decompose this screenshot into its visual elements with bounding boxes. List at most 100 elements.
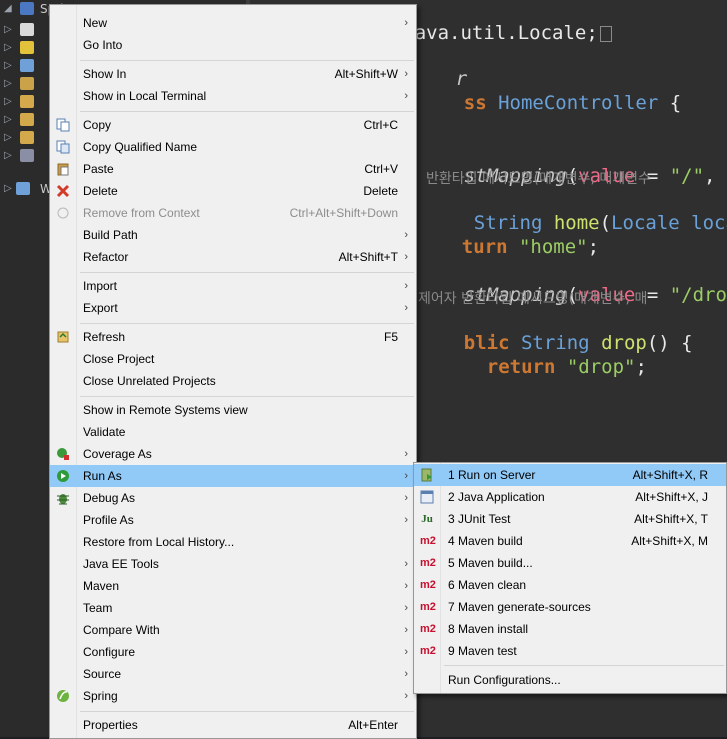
submenu-item-label: Run Configurations... (448, 673, 561, 687)
menu-item-team[interactable]: Team › (50, 597, 416, 619)
expand-arrow-icon[interactable]: ▷ (4, 78, 12, 90)
menu-item-refactor[interactable]: Refactor Alt+Shift+T › (50, 246, 416, 268)
menu-item-profile-as[interactable]: Profile As › (50, 509, 416, 531)
submenu-arrow-icon: › (404, 17, 408, 29)
expand-arrow-icon[interactable]: ▷ (4, 42, 12, 54)
menu-separator (80, 111, 414, 112)
submenu-arrow-icon: › (404, 90, 408, 102)
menu-item-new[interactable]: New › (50, 12, 416, 34)
expand-arrow-icon[interactable]: ▷ (4, 150, 12, 162)
menu-item-coverage-as[interactable]: Coverage As › (50, 443, 416, 465)
menu-item-show-in-local-terminal[interactable]: Show in Local Terminal › (50, 85, 416, 107)
menu-item-restore-from-local-history[interactable]: Restore from Local History... (50, 531, 416, 553)
submenu-arrow-icon: › (404, 251, 408, 263)
submenu-arrow-icon: › (404, 624, 408, 636)
coverage-icon (56, 447, 70, 461)
menu-item-remove-from-context[interactable]: Remove from Context Ctrl+Alt+Shift+Down (50, 202, 416, 224)
menu-item-properties[interactable]: Properties Alt+Enter (50, 714, 416, 736)
submenu-item-8-maven-install[interactable]: m2 8 Maven install (414, 618, 726, 640)
submenu-item-label: 3 JUnit Test (448, 512, 511, 526)
project-icon (20, 2, 34, 15)
folder-icon (20, 23, 34, 36)
menu-item-build-path[interactable]: Build Path › (50, 224, 416, 246)
shortcut-label: F5 (383, 330, 398, 344)
menu-item-run-as[interactable]: Run As › (50, 465, 416, 487)
shortcut-label: Alt+Shift+T (338, 250, 398, 264)
menu-item-source[interactable]: Source › (50, 663, 416, 685)
submenu-item-label: 5 Maven build... (448, 556, 533, 570)
submenu-item-label: 9 Maven test (448, 644, 517, 658)
resources-icon (20, 59, 34, 72)
maven-icon: m2 (420, 579, 436, 591)
shortcut-label: Ctrl+Alt+Shift+Down (289, 206, 398, 220)
submenu-item-1-run-on-server[interactable]: 1 Run on Server Alt+Shift+X, R (414, 464, 726, 486)
refresh-icon (56, 330, 70, 344)
menu-item-delete[interactable]: Delete Delete (50, 180, 416, 202)
menu-separator (80, 272, 414, 273)
menu-item-label: Compare With (83, 623, 160, 637)
menu-item-label: Validate (83, 425, 126, 439)
submenu-item-3-junit-test[interactable]: Ju 3 JUnit Test Alt+Shift+X, T (414, 508, 726, 530)
maven-icon: m2 (420, 557, 436, 569)
submenu-item-run-configurations[interactable]: Run Configurations... (414, 669, 726, 691)
java-app-icon (420, 490, 434, 504)
menu-item-import[interactable]: Import › (50, 275, 416, 297)
menu-item-label: Close Unrelated Projects (83, 374, 216, 388)
submenu-item-5-maven-build[interactable]: m2 5 Maven build... (414, 552, 726, 574)
submenu-item-6-maven-clean[interactable]: m2 6 Maven clean (414, 574, 726, 596)
submenu-item-label: 2 Java Application (448, 490, 545, 504)
submenu-arrow-icon: › (404, 470, 408, 482)
collapse-arrow-icon[interactable]: ◢ (4, 3, 12, 15)
expand-arrow-icon[interactable]: ▷ (4, 96, 12, 108)
menu-item-label: Restore from Local History... (83, 535, 235, 549)
submenu-arrow-icon: › (404, 448, 408, 460)
menu-item-close-project[interactable]: Close Project (50, 348, 416, 370)
submenu-arrow-icon: › (404, 668, 408, 680)
submenu-item-7-maven-generate-sources[interactable]: m2 7 Maven generate-sources (414, 596, 726, 618)
menu-item-refresh[interactable]: Refresh F5 (50, 326, 416, 348)
menu-item-show-in-remote-systems-view[interactable]: Show in Remote Systems view (50, 399, 416, 421)
menu-item-debug-as[interactable]: Debug As › (50, 487, 416, 509)
jar-icon (20, 77, 34, 90)
menu-item-configure[interactable]: Configure › (50, 641, 416, 663)
menu-item-show-in[interactable]: Show In Alt+Shift+W › (50, 63, 416, 85)
fold-marker-icon[interactable] (599, 25, 612, 42)
submenu-item-2-java-application[interactable]: 2 Java Application Alt+Shift+X, J (414, 486, 726, 508)
expand-arrow-icon[interactable]: ▷ (4, 132, 12, 144)
run-as-submenu: 1 Run on Server Alt+Shift+X, R 2 Java Appl… (413, 462, 727, 694)
menu-item-export[interactable]: Export › (50, 297, 416, 319)
submenu-item-label: 6 Maven clean (448, 578, 527, 592)
maven-icon: m2 (420, 535, 436, 547)
menu-item-compare-with[interactable]: Compare With › (50, 619, 416, 641)
remove-context-icon (56, 206, 70, 220)
menu-item-copy-qualified-name[interactable]: Copy Qualified Name (50, 136, 416, 158)
menu-item-label: Run As (83, 469, 122, 483)
shortcut-label: Alt+Shift+W (334, 67, 398, 81)
submenu-arrow-icon: › (404, 280, 408, 292)
menu-item-label: Java EE Tools (83, 557, 159, 571)
maven-icon: m2 (420, 601, 436, 613)
submenu-item-9-maven-test[interactable]: m2 9 Maven test (414, 640, 726, 662)
submenu-arrow-icon: › (404, 229, 408, 241)
menu-item-go-into[interactable]: Go Into (50, 34, 416, 56)
submenu-arrow-icon: › (404, 580, 408, 592)
expand-arrow-icon[interactable]: ▷ (4, 114, 12, 126)
menu-item-label: Spring (83, 689, 118, 703)
menu-item-label: Show in Remote Systems view (83, 403, 248, 417)
menu-item-java-ee-tools[interactable]: Java EE Tools › (50, 553, 416, 575)
menu-item-validate[interactable]: Validate (50, 421, 416, 443)
expand-arrow-icon[interactable]: ▷ (4, 24, 12, 36)
menu-item-paste[interactable]: Paste Ctrl+V (50, 158, 416, 180)
submenu-arrow-icon: › (404, 492, 408, 504)
submenu-item-label: 7 Maven generate-sources (448, 600, 591, 614)
menu-item-copy[interactable]: Copy Ctrl+C (50, 114, 416, 136)
menu-item-maven[interactable]: Maven › (50, 575, 416, 597)
expand-arrow-icon[interactable]: ▷ (4, 183, 12, 195)
expand-arrow-icon[interactable]: ▷ (4, 60, 12, 72)
menu-item-close-unrelated-projects[interactable]: Close Unrelated Projects (50, 370, 416, 392)
maven-icon: m2 (420, 645, 436, 657)
code-line: ss HomeController { (463, 92, 682, 114)
menu-item-label: Team (83, 601, 113, 615)
menu-item-spring[interactable]: Spring › (50, 685, 416, 707)
submenu-item-4-maven-build[interactable]: m2 4 Maven build Alt+Shift+X, M (414, 530, 726, 552)
